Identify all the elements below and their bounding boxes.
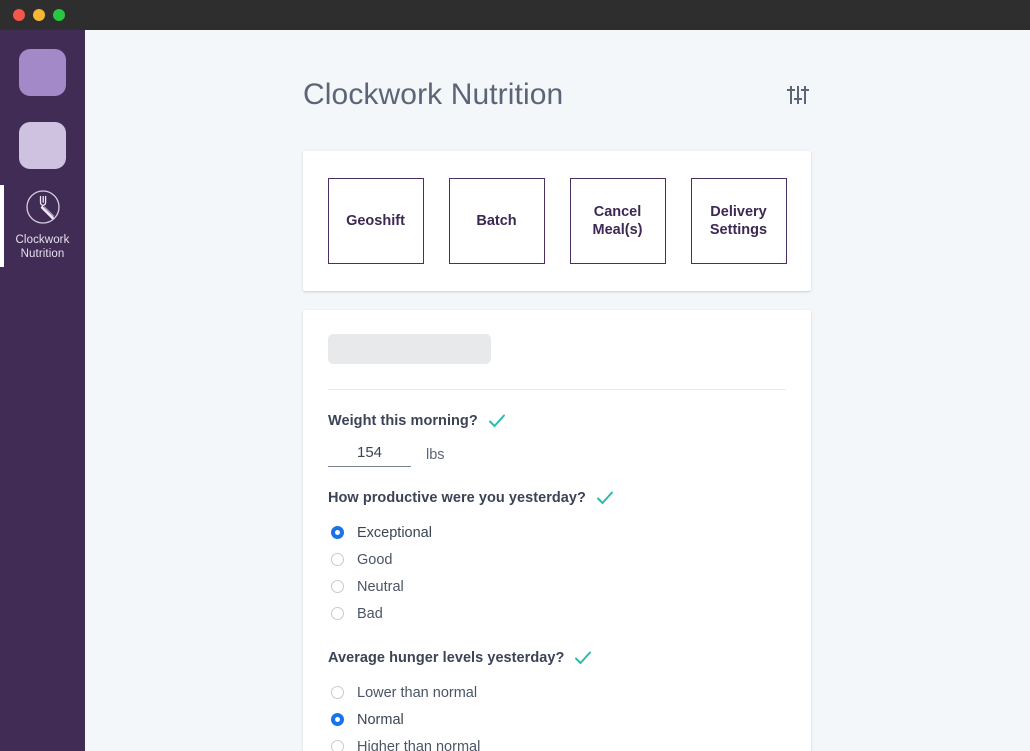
question-weight: Weight this morning? lbs <box>328 411 786 467</box>
form-divider <box>328 389 786 390</box>
radio-option-exceptional[interactable]: Exceptional <box>328 519 786 546</box>
question-productivity: How productive were you yesterday? Excep… <box>328 488 786 627</box>
radio-label: Exceptional <box>357 524 432 541</box>
radio-mark <box>331 607 344 620</box>
minimize-window-button[interactable] <box>33 9 45 21</box>
question-label-row: Weight this morning? <box>328 411 786 431</box>
sidebar-item-label: Clockwork Nutrition <box>16 233 70 261</box>
sidebar-item-clockwork-nutrition[interactable]: Clockwork Nutrition <box>0 186 85 261</box>
question-label: Weight this morning? <box>328 413 478 429</box>
page-header: Clockwork Nutrition <box>303 78 811 112</box>
radio-label: Good <box>357 551 393 568</box>
sidebar: Clockwork Nutrition <box>0 30 85 751</box>
sliders-icon[interactable] <box>785 82 811 108</box>
question-label-row: Average hunger levels yesterday? <box>328 648 786 668</box>
delivery-settings-button[interactable]: Delivery Settings <box>690 178 787 264</box>
check-icon <box>573 648 593 668</box>
question-hunger: Average hunger levels yesterday? Lower t… <box>328 648 786 751</box>
maximize-window-button[interactable] <box>53 9 65 21</box>
window-titlebar <box>0 0 1030 30</box>
check-icon <box>487 411 507 431</box>
close-window-button[interactable] <box>13 9 25 21</box>
sidebar-item-tile-2[interactable] <box>19 122 66 169</box>
question-label: Average hunger levels yesterday? <box>328 650 565 666</box>
weight-unit-label: lbs <box>426 447 445 463</box>
question-label-row: How productive were you yesterday? <box>328 488 786 508</box>
clock-fork-icon <box>22 186 64 228</box>
main-content: Clockwork Nutrition Geoshift Batch Cance… <box>85 30 1030 751</box>
radio-mark <box>331 686 344 699</box>
action-buttons-row: Geoshift Batch Cancel Meal(s) Delivery S… <box>303 151 811 291</box>
sidebar-item-label-line1: Clockwork <box>15 234 70 246</box>
radio-option-neutral[interactable]: Neutral <box>328 573 786 600</box>
radio-label: Higher than normal <box>357 738 481 751</box>
app-window: Clockwork Nutrition Clockwork Nutrition <box>0 0 1030 751</box>
radio-mark <box>331 713 344 726</box>
radio-option-lower-than-normal[interactable]: Lower than normal <box>328 679 786 706</box>
radio-label: Lower than normal <box>357 684 478 701</box>
radio-mark <box>331 580 344 593</box>
radio-option-higher-than-normal[interactable]: Higher than normal <box>328 733 786 751</box>
batch-button[interactable]: Batch <box>448 178 545 264</box>
sidebar-item-label-line2: Nutrition <box>20 248 65 260</box>
radio-group-productivity: Exceptional Good Neutral Bad <box>328 519 786 627</box>
radio-label: Bad <box>357 605 383 622</box>
radio-label: Neutral <box>357 578 404 595</box>
question-label: How productive were you yesterday? <box>328 490 586 506</box>
sidebar-item-tile-1[interactable] <box>19 49 66 96</box>
radio-group-hunger: Lower than normal Normal Higher than nor… <box>328 679 786 751</box>
radio-option-normal[interactable]: Normal <box>328 706 786 733</box>
radio-label: Normal <box>357 711 404 728</box>
check-icon <box>595 488 615 508</box>
weight-input[interactable] <box>328 444 411 467</box>
daily-checkin-form-card: Weight this morning? lbs How productive … <box>303 310 811 751</box>
radio-mark <box>331 553 344 566</box>
radio-option-bad[interactable]: Bad <box>328 600 786 627</box>
page-title: Clockwork Nutrition <box>303 78 564 111</box>
cancel-meals-button[interactable]: Cancel Meal(s) <box>569 178 666 264</box>
actions-card: Geoshift Batch Cancel Meal(s) Delivery S… <box>303 151 811 291</box>
radio-mark <box>331 740 344 751</box>
radio-option-good[interactable]: Good <box>328 546 786 573</box>
loading-placeholder <box>328 334 491 364</box>
geoshift-button[interactable]: Geoshift <box>327 178 424 264</box>
radio-mark <box>331 526 344 539</box>
weight-input-row: lbs <box>328 444 786 467</box>
